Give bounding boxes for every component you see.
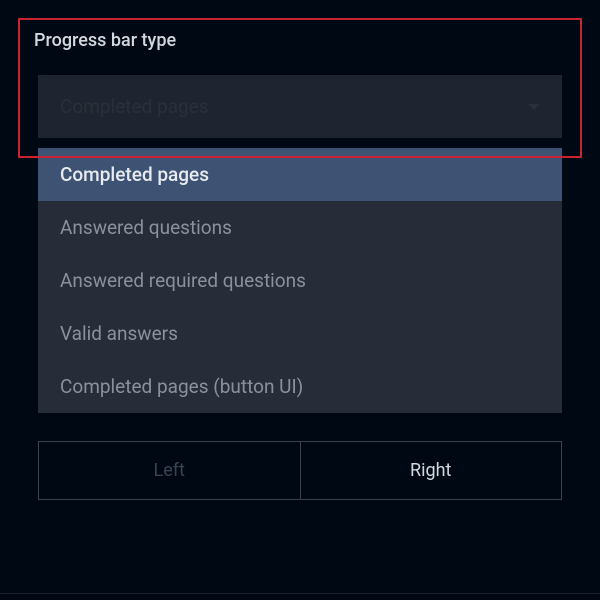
chevron-down-icon [528, 104, 540, 110]
option-answered-required[interactable]: Answered required questions [38, 254, 562, 307]
select-current-value: Completed pages [60, 95, 209, 118]
divider [0, 593, 600, 594]
field-label: Progress bar type [18, 18, 582, 51]
segment-right[interactable]: Right [301, 442, 562, 499]
segment-left[interactable]: Left [39, 442, 301, 499]
option-valid-answers[interactable]: Valid answers [38, 307, 562, 360]
option-completed-pages[interactable]: Completed pages [38, 148, 562, 201]
option-answered-questions[interactable]: Answered questions [38, 201, 562, 254]
progress-bar-type-select[interactable]: Completed pages [38, 75, 562, 138]
alignment-segmented-control: Left Right [38, 441, 562, 500]
option-completed-pages-button-ui[interactable]: Completed pages (button UI) [38, 360, 562, 413]
dropdown-list: Completed pages Answered questions Answe… [38, 148, 562, 413]
